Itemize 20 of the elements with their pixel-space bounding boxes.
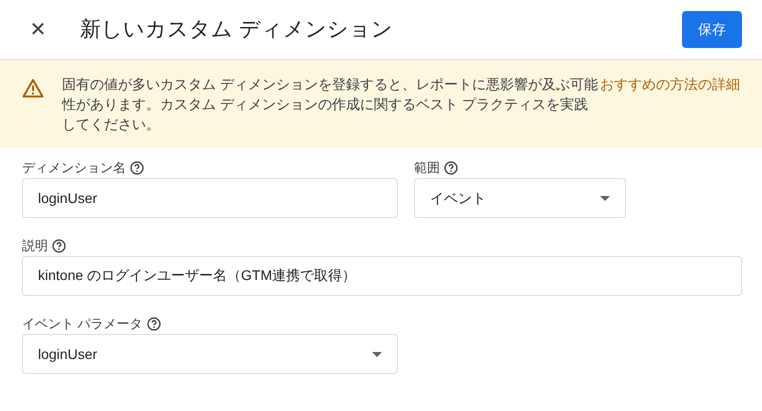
field-label: 範囲	[414, 159, 440, 178]
close-button[interactable]: ✕	[26, 20, 50, 40]
field-label: ディメンション名	[22, 159, 126, 178]
dialog-title: 新しいカスタム ディメンション	[80, 16, 393, 42]
help-icon[interactable]	[146, 317, 161, 331]
save-button[interactable]: 保存	[682, 11, 742, 48]
help-icon[interactable]	[52, 239, 66, 253]
best-practices-link[interactable]: おすすめの方法の詳細	[600, 74, 740, 94]
caret-icon	[372, 352, 382, 356]
field-label: イベント パラメータ	[22, 315, 143, 334]
input-field[interactable]: kintone のログインユーザー名（GTM連携で取得）	[22, 256, 742, 296]
dropdown-field[interactable]: イベント	[414, 178, 626, 218]
caret-icon	[600, 196, 610, 200]
help-icon[interactable]	[444, 161, 458, 175]
input-field[interactable]: loginUser	[22, 178, 398, 218]
help-icon[interactable]	[130, 161, 144, 175]
warning-message: 固有の値が多いカスタム ディメンションを登録すると、レポートに悪影響が及ぶ可能性があります。カスタム ディメンションの作成に関するベスト プラクティスを実践してください。	[62, 75, 599, 134]
field-label: 説明	[22, 237, 48, 256]
warning-icon	[22, 78, 44, 98]
dropdown-field[interactable]: loginUser	[22, 334, 398, 374]
